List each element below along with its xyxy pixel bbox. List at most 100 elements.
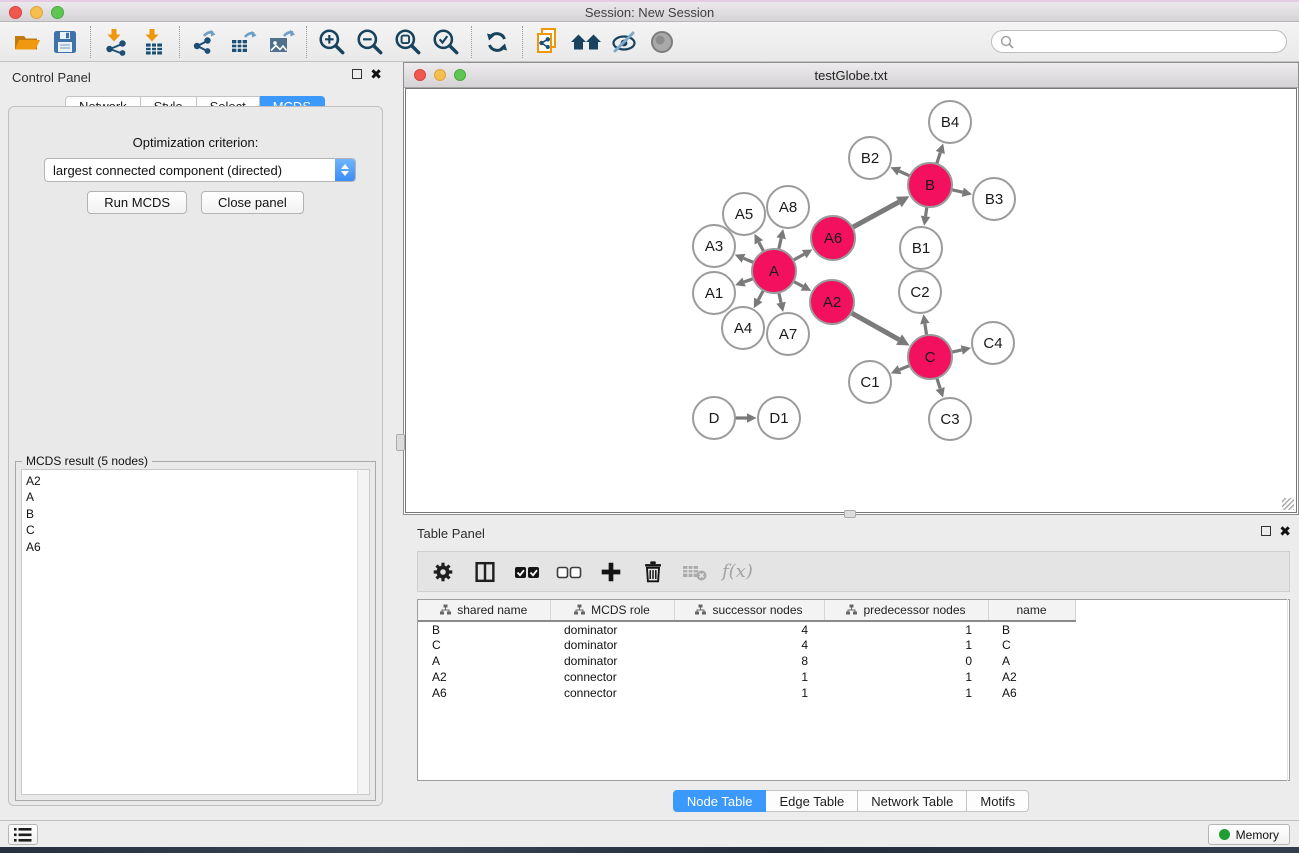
graph-node-A8[interactable]: A8 [767,186,809,228]
vertical-splitter-handle[interactable] [396,434,405,451]
save-session-button[interactable] [46,25,84,59]
graph-node-C3[interactable]: C3 [929,398,971,440]
search-field[interactable] [991,30,1287,53]
graph-edge-B-B4[interactable] [936,143,945,164]
graph-node-C1[interactable]: C1 [849,361,891,403]
run-mcds-button[interactable]: Run MCDS [87,191,187,214]
column-header-predecessor-nodes[interactable]: predecessor nodes [824,600,988,621]
graph-node-B[interactable]: B [908,163,952,207]
zoom-in-button[interactable] [313,25,351,59]
result-item-c[interactable]: C [26,522,357,538]
float-panel-icon[interactable] [352,69,362,79]
memory-button[interactable]: Memory [1208,824,1290,845]
horizontal-splitter-handle[interactable] [844,510,856,518]
graph-edge-A-A1[interactable] [735,277,753,286]
network-window-titlebar[interactable]: testGlobe.txt [404,63,1298,88]
table-row[interactable]: Adominator80A [418,653,1075,669]
apply-layout-button[interactable] [478,25,516,59]
graph-node-B2[interactable]: B2 [849,137,891,179]
graph-edge-B-B3[interactable] [951,187,972,196]
window-resize-grip[interactable] [1282,498,1294,510]
result-item-a2[interactable]: A2 [26,473,357,489]
close-panel-icon[interactable]: ✖ [370,69,382,79]
graph-node-B4[interactable]: B4 [929,101,971,143]
graph-node-B3[interactable]: B3 [973,178,1015,220]
graph-node-C4[interactable]: C4 [972,322,1014,364]
graph-node-A1[interactable]: A1 [693,272,735,314]
graph-edge-C-C2[interactable] [920,314,929,335]
import-network-button[interactable] [97,25,135,59]
zoom-out-button[interactable] [351,25,389,59]
graph-node-A6[interactable]: A6 [811,216,855,260]
table-row[interactable]: Cdominator41C [418,637,1075,653]
graph-edge-A-A2[interactable] [793,281,811,291]
graph-edge-A-A4[interactable] [754,290,764,308]
delete-column-button[interactable] [638,556,668,588]
graph-node-A7[interactable]: A7 [767,313,809,355]
table-scrollbar[interactable] [1287,599,1290,781]
close-panel-button[interactable]: Close panel [201,191,304,214]
column-header-successor-nodes[interactable]: successor nodes [674,600,824,621]
graph-edge-C-C3[interactable] [936,378,945,398]
column-header-shared-name[interactable]: shared name [418,600,550,621]
hide-graphics-details-button[interactable] [605,25,643,59]
export-network-button[interactable] [186,25,224,59]
network-canvas[interactable]: AA1A2A3A4A5A6A7A8BB1B2B3B4CC1C2C3C4DD1 [405,88,1297,513]
graph-edge-A-A5[interactable] [754,234,763,252]
graph-node-D[interactable]: D [693,397,735,439]
graph-edge-D-D1[interactable] [735,413,757,423]
show-column-panel-button[interactable] [470,556,500,588]
tab-node-table[interactable]: Node Table [673,790,767,812]
result-item-a6[interactable]: A6 [26,539,357,555]
graph-edge-A-A6[interactable] [793,249,812,260]
table-row[interactable]: Bdominator41B [418,621,1075,637]
graph-node-A3[interactable]: A3 [693,225,735,267]
zoom-fit-button[interactable] [389,25,427,59]
graph-node-A5[interactable]: A5 [723,193,765,235]
optimization-criterion-select[interactable]: largest connected component (directed) [44,158,356,182]
export-image-button[interactable] [262,25,300,59]
graph-edge-B-B1[interactable] [921,207,931,226]
home-views-button[interactable] [567,25,605,59]
delete-table-button[interactable] [680,556,710,588]
result-item-b[interactable]: B [26,506,357,522]
graph-node-A[interactable]: A [752,249,796,293]
graph-node-A2[interactable]: A2 [810,280,854,324]
graph-edge-A-A8[interactable] [776,229,785,250]
float-table-panel-icon[interactable] [1261,526,1271,536]
column-header-mcds-role[interactable]: MCDS role [550,600,674,621]
table-row[interactable]: A2connector11A2 [418,669,1075,685]
result-scrollbar[interactable] [357,469,370,795]
tab-motifs[interactable]: Motifs [967,790,1029,812]
tab-edge-table[interactable]: Edge Table [766,790,858,812]
close-table-panel-icon[interactable]: ✖ [1279,526,1291,536]
result-item-a[interactable]: A [26,489,357,505]
graph-node-B1[interactable]: B1 [900,227,942,269]
search-input[interactable] [1019,35,1278,49]
graph-node-C[interactable]: C [908,335,952,379]
graph-edge-C-C4[interactable] [951,345,971,354]
function-builder-button[interactable]: f(x) [722,561,753,582]
graph-edge-A2-C[interactable] [851,313,909,346]
graph-edge-A-A7[interactable] [776,292,785,312]
graph-edge-B-B2[interactable] [891,167,910,176]
graph-edge-A6-B[interactable] [852,196,909,227]
export-table-button[interactable] [224,25,262,59]
graph-edge-A-A3[interactable] [735,254,754,263]
tab-network-table[interactable]: Network Table [858,790,967,812]
table-settings-button[interactable] [428,556,458,588]
task-history-button[interactable] [8,824,38,845]
graph-node-D1[interactable]: D1 [758,397,800,439]
column-header-name[interactable]: name [988,600,1075,621]
open-file-button[interactable] [8,25,46,59]
birdseye-view-button[interactable] [643,25,681,59]
graph-node-C2[interactable]: C2 [899,271,941,313]
select-all-rows-button[interactable] [512,556,542,588]
graph-edge-C-C1[interactable] [891,365,910,374]
deselect-all-rows-button[interactable] [554,556,584,588]
import-table-button[interactable] [135,25,173,59]
network-graph[interactable]: AA1A2A3A4A5A6A7A8BB1B2B3B4CC1C2C3C4DD1 [406,89,1298,513]
zoom-selected-button[interactable] [427,25,465,59]
new-network-from-selection-button[interactable] [529,25,567,59]
create-column-button[interactable] [596,556,626,588]
